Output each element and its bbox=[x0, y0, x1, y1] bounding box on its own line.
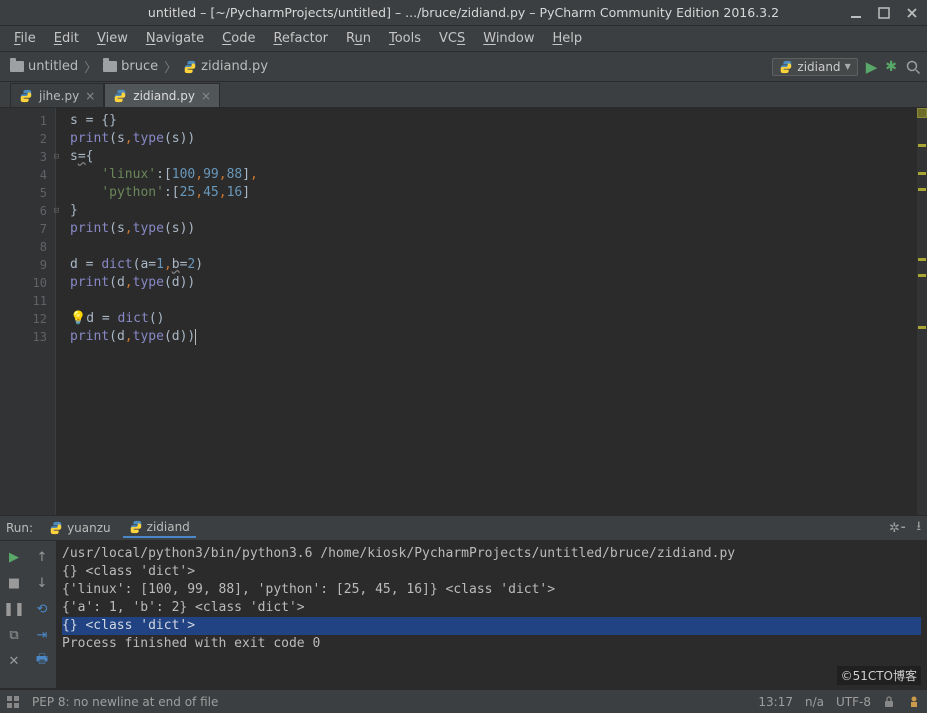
menu-window[interactable]: Window bbox=[475, 29, 542, 48]
run-config-label: zidiand bbox=[797, 60, 840, 74]
status-icon bbox=[6, 695, 20, 709]
code-line[interactable] bbox=[70, 292, 927, 310]
output-line: /usr/local/python3/bin/python3.6 /home/k… bbox=[62, 545, 921, 563]
output-line: {'linux': [100, 99, 88], 'python': [25, … bbox=[62, 581, 921, 599]
code-line[interactable]: 'python':[25,45,16] bbox=[70, 184, 927, 202]
code-line[interactable]: print(s,type(s)) bbox=[70, 220, 927, 238]
run-output[interactable]: /usr/local/python3/bin/python3.6 /home/k… bbox=[56, 541, 927, 688]
caret-position: 13:17 bbox=[758, 695, 793, 709]
output-line: {} <class 'dict'> bbox=[62, 563, 921, 581]
code-area[interactable]: s = {}print(s,type(s))s={ 'linux':[100,9… bbox=[56, 108, 927, 515]
code-line[interactable]: print(d,type(d)) bbox=[70, 328, 927, 346]
maximize-button[interactable] bbox=[877, 6, 891, 20]
close-tab-icon[interactable]: × bbox=[85, 89, 95, 103]
python-icon bbox=[779, 60, 793, 74]
pause-button[interactable]: ❚❚ bbox=[4, 599, 24, 619]
run-left-toolbar-2: ↑ ↓ ⟲ ⇥ 🖶 bbox=[28, 541, 56, 688]
output-line: {} <class 'dict'> bbox=[62, 617, 921, 635]
editor[interactable]: 123⊟456⊟78910111213 s = {}print(s,type(s… bbox=[0, 108, 927, 515]
close-button[interactable] bbox=[905, 6, 919, 20]
breadcrumb-separator: 〉 bbox=[84, 57, 97, 76]
breadcrumb-separator: 〉 bbox=[164, 57, 177, 76]
breadcrumb-item[interactable]: bruce bbox=[99, 57, 162, 76]
down-button[interactable]: ↓ bbox=[32, 573, 52, 593]
editor-tab[interactable]: jihe.py× bbox=[10, 83, 104, 107]
editor-tab[interactable]: zidiand.py× bbox=[104, 83, 220, 107]
gear-icon[interactable]: ✲⁃ bbox=[889, 521, 906, 536]
code-line[interactable]: d = dict(a=1,b=2) bbox=[70, 256, 927, 274]
menu-navigate[interactable]: Navigate bbox=[138, 29, 212, 48]
menu-file[interactable]: File bbox=[6, 29, 44, 48]
soft-wrap-button[interactable]: ⟲ bbox=[32, 599, 52, 619]
scroll-end-button[interactable]: ⇥ bbox=[32, 625, 52, 645]
run-pane: ▶ ■ ❚❚ ⧉ ✕ ↑ ↓ ⟲ ⇥ 🖶 /usr/local/python3/… bbox=[0, 541, 927, 689]
debug-button[interactable]: ✱ bbox=[885, 59, 897, 75]
code-line[interactable]: print(d,type(d)) bbox=[70, 274, 927, 292]
menu-help[interactable]: Help bbox=[545, 29, 591, 48]
lock-icon[interactable] bbox=[883, 696, 895, 708]
folder-icon bbox=[10, 61, 24, 72]
up-button[interactable]: ↑ bbox=[32, 547, 52, 567]
minimize-button[interactable] bbox=[849, 6, 863, 20]
status-bar: PEP 8: no newline at end of file 13:17 n… bbox=[0, 689, 927, 713]
menu-run[interactable]: Run bbox=[338, 29, 379, 48]
code-line[interactable]: s={ bbox=[70, 148, 927, 166]
close-tab-icon[interactable]: × bbox=[201, 89, 211, 103]
editor-tabs: jihe.py×zidiand.py× bbox=[0, 82, 927, 108]
output-line: Process finished with exit code 0 bbox=[62, 635, 921, 653]
code-line[interactable] bbox=[70, 238, 927, 256]
run-config-selector[interactable]: zidiand ▼ bbox=[772, 58, 857, 76]
output-line: {'a': 1, 'b': 2} <class 'dict'> bbox=[62, 599, 921, 617]
run-tool-label: Run: bbox=[6, 521, 33, 535]
print-button[interactable]: 🖶 bbox=[32, 651, 52, 671]
run-tool-header: Run: yuanzu zidiand ✲⁃ ⭳ bbox=[0, 515, 927, 541]
rerun-button[interactable]: ▶ bbox=[4, 547, 24, 567]
hide-button[interactable]: ⭳ bbox=[916, 517, 921, 539]
folder-icon bbox=[103, 61, 117, 72]
window-title: untitled – [~/PycharmProjects/untitled] … bbox=[148, 5, 779, 20]
breadcrumb-item[interactable]: zidiand.py bbox=[179, 57, 272, 76]
intention-bulb-icon[interactable]: 💡 bbox=[70, 311, 86, 326]
run-tab[interactable]: yuanzu bbox=[43, 518, 117, 538]
menu-view[interactable]: View bbox=[89, 29, 136, 48]
code-line[interactable]: 💡d = dict() bbox=[70, 310, 927, 328]
nav-bar: untitled〉bruce〉zidiand.py zidiand ▼ ▶ ✱ bbox=[0, 52, 927, 82]
run-left-toolbar: ▶ ■ ❚❚ ⧉ ✕ bbox=[0, 541, 28, 688]
status-hint: PEP 8: no newline at end of file bbox=[32, 695, 218, 709]
menu-bar: FileEditViewNavigateCodeRefactorRunTools… bbox=[0, 26, 927, 52]
os-titlebar: untitled – [~/PycharmProjects/untitled] … bbox=[0, 0, 927, 26]
menu-vcs[interactable]: VCS bbox=[431, 29, 473, 48]
breadcrumb: untitled〉bruce〉zidiand.py bbox=[6, 57, 770, 76]
code-line[interactable]: print(s,type(s)) bbox=[70, 130, 927, 148]
status-na: n/a bbox=[805, 695, 824, 709]
menu-refactor[interactable]: Refactor bbox=[265, 29, 336, 48]
run-tab[interactable]: zidiand bbox=[123, 518, 196, 538]
stop-button[interactable]: ■ bbox=[4, 573, 24, 593]
status-encoding[interactable]: UTF-8 bbox=[836, 695, 871, 709]
dump-button[interactable]: ⧉ bbox=[4, 625, 24, 645]
error-stripe bbox=[917, 108, 927, 515]
close-run-button[interactable]: ✕ bbox=[4, 651, 24, 671]
code-line[interactable]: 'linux':[100,99,88], bbox=[70, 166, 927, 184]
chevron-down-icon: ▼ bbox=[845, 62, 851, 71]
gutter: 123⊟456⊟78910111213 bbox=[0, 108, 56, 515]
hector-icon[interactable] bbox=[907, 695, 921, 709]
menu-tools[interactable]: Tools bbox=[381, 29, 429, 48]
breadcrumb-item[interactable]: untitled bbox=[6, 57, 82, 76]
watermark: ©51CTO博客 bbox=[837, 666, 921, 685]
code-line[interactable]: } bbox=[70, 202, 927, 220]
search-icon[interactable] bbox=[905, 59, 921, 75]
code-line[interactable]: s = {} bbox=[70, 112, 927, 130]
menu-edit[interactable]: Edit bbox=[46, 29, 87, 48]
menu-code[interactable]: Code bbox=[214, 29, 263, 48]
run-button[interactable]: ▶ bbox=[866, 58, 878, 76]
